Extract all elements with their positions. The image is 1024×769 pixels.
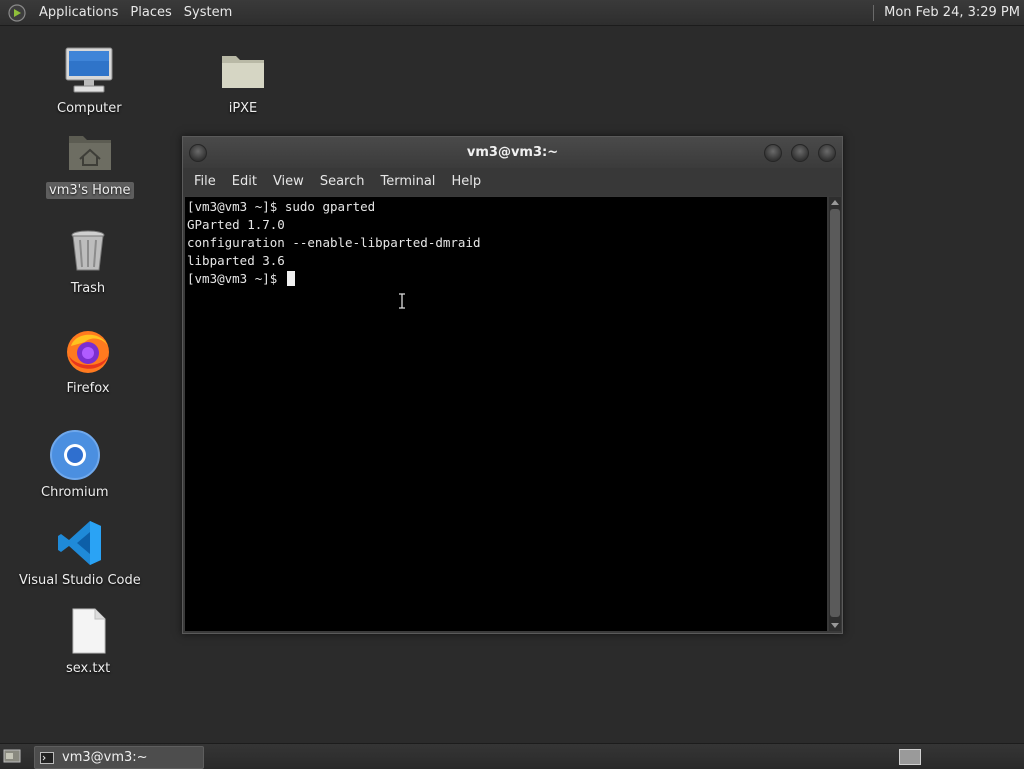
trash-icon bbox=[63, 226, 113, 276]
firefox-icon bbox=[63, 326, 113, 376]
app-menu-logo-icon[interactable] bbox=[8, 3, 26, 22]
places-menu[interactable]: Places bbox=[124, 0, 177, 25]
clock[interactable]: Mon Feb 24, 3:29 PM bbox=[884, 5, 1024, 20]
terminal-titlebar[interactable]: vm3@vm3:~ bbox=[183, 137, 842, 168]
terminal-icon bbox=[40, 751, 54, 764]
chromium-icon bbox=[49, 430, 100, 480]
menu-edit[interactable]: Edit bbox=[224, 168, 265, 196]
window-title: vm3@vm3:~ bbox=[466, 145, 559, 160]
system-menu[interactable]: System bbox=[178, 0, 238, 25]
computer-icon bbox=[64, 46, 114, 96]
terminal-window[interactable]: vm3@vm3:~ File Edit View Search Terminal… bbox=[182, 136, 843, 634]
desktop-icon-label: Visual Studio Code bbox=[19, 573, 141, 588]
desktop-icon-firefox[interactable]: Firefox bbox=[63, 326, 113, 397]
desktop-icon-label: Computer bbox=[57, 101, 122, 116]
applications-menu[interactable]: Applications bbox=[33, 0, 124, 25]
folder-icon bbox=[218, 46, 268, 96]
scroll-down-icon[interactable] bbox=[831, 623, 839, 628]
home-folder-icon bbox=[65, 128, 115, 178]
menu-terminal[interactable]: Terminal bbox=[372, 168, 443, 196]
taskbar-button-label: vm3@vm3:~ bbox=[62, 750, 148, 765]
desktop-icon-home[interactable]: vm3's Home bbox=[46, 128, 134, 199]
terminal-prompt: [vm3@vm3 ~]$ bbox=[187, 271, 285, 286]
desktop-icon-ipxe[interactable]: iPXE bbox=[218, 46, 268, 117]
bottom-panel: vm3@vm3:~ bbox=[0, 743, 1024, 769]
menu-file[interactable]: File bbox=[186, 168, 224, 196]
terminal-output[interactable]: [vm3@vm3 ~]$ sudo gparted GParted 1.7.0 … bbox=[185, 197, 827, 631]
terminal-prompt-line: [vm3@vm3 ~]$ bbox=[187, 270, 295, 288]
vscode-icon bbox=[55, 518, 105, 568]
scroll-up-icon[interactable] bbox=[831, 200, 839, 205]
top-panel: Applications Places System Mon Feb 24, 3… bbox=[0, 0, 1024, 26]
desktop-icon-textfile[interactable]: sex.txt bbox=[63, 606, 113, 677]
taskbar-button-terminal[interactable]: vm3@vm3:~ bbox=[34, 746, 204, 769]
desktop-icon-chromium[interactable]: Chromium bbox=[38, 430, 112, 501]
maximize-icon[interactable] bbox=[791, 144, 809, 162]
close-icon[interactable] bbox=[818, 144, 836, 162]
terminal-scrollbar[interactable] bbox=[829, 197, 841, 631]
menu-search[interactable]: Search bbox=[312, 168, 373, 196]
terminal-line: libparted 3.6 bbox=[187, 253, 285, 268]
desktop-icon-trash[interactable]: Trash bbox=[63, 226, 113, 297]
window-menu-icon[interactable] bbox=[189, 144, 207, 162]
desktop-icon-label: Firefox bbox=[66, 381, 110, 396]
workspace-switcher[interactable] bbox=[899, 749, 921, 765]
show-desktop-icon[interactable] bbox=[3, 748, 21, 764]
terminal-line: [vm3@vm3 ~]$ sudo gparted bbox=[187, 199, 376, 214]
terminal-menubar: File Edit View Search Terminal Help bbox=[183, 168, 842, 196]
text-file-icon bbox=[63, 606, 113, 656]
text-cursor bbox=[286, 271, 295, 286]
desktop-icon-vscode[interactable]: Visual Studio Code bbox=[16, 518, 144, 589]
desktop-icon-label: iPXE bbox=[228, 101, 258, 116]
panel-separator bbox=[873, 4, 875, 21]
desktop-icon-label: vm3's Home bbox=[46, 182, 134, 199]
mouse-ibeam-cursor-icon bbox=[399, 293, 405, 309]
desktop-icon-computer[interactable]: Computer bbox=[54, 46, 125, 117]
minimize-icon[interactable] bbox=[764, 144, 782, 162]
scrollbar-thumb[interactable] bbox=[830, 209, 840, 617]
desktop-icon-label: sex.txt bbox=[66, 661, 111, 676]
desktop-icon-label: Chromium bbox=[41, 485, 109, 500]
menu-view[interactable]: View bbox=[265, 168, 312, 196]
terminal-line: configuration --enable-libparted-dmraid bbox=[187, 235, 481, 250]
desktop-icon-label: Trash bbox=[70, 281, 106, 296]
terminal-line: GParted 1.7.0 bbox=[187, 217, 285, 232]
menu-help[interactable]: Help bbox=[443, 168, 489, 196]
